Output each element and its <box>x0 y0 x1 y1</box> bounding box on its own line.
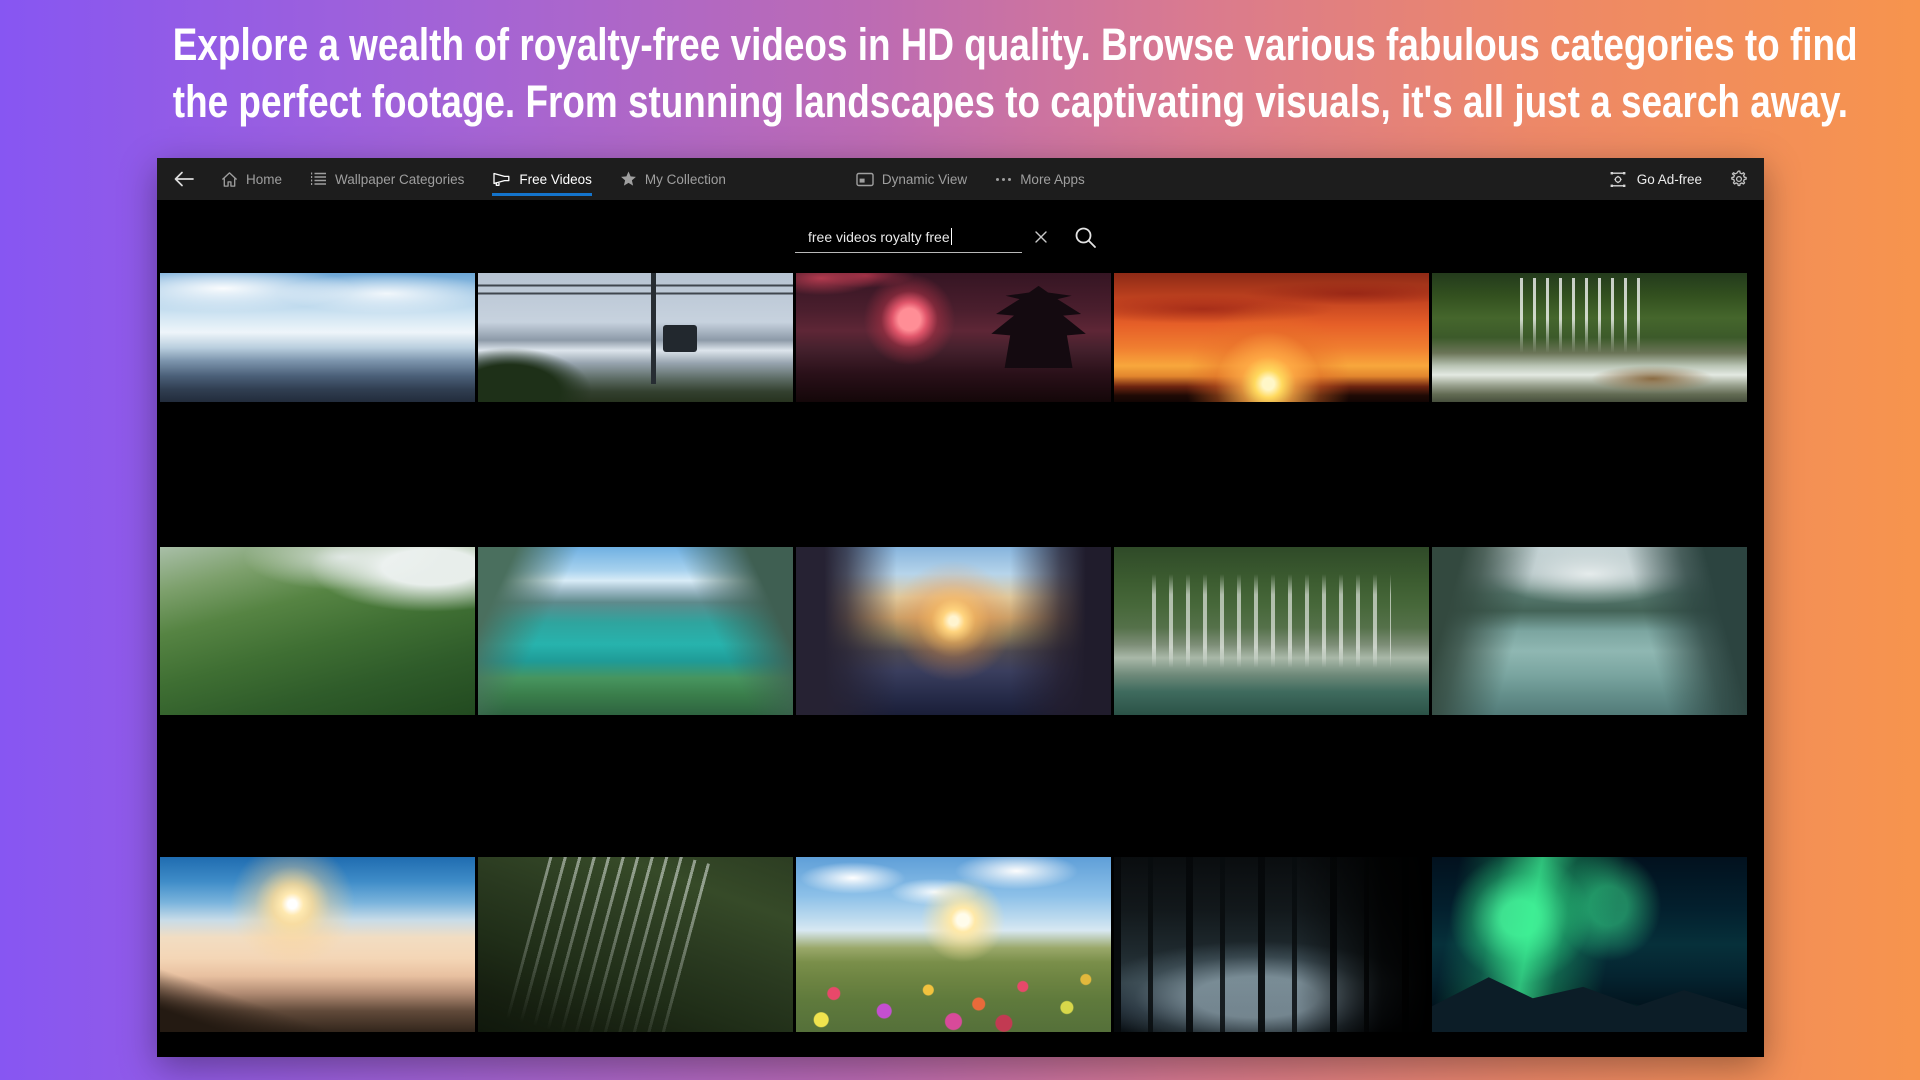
nav-item-free-videos[interactable]: Free Videos <box>492 158 592 200</box>
text-caret <box>951 228 953 245</box>
gear-icon <box>1730 170 1748 188</box>
go-ad-free-label: Go Ad-free <box>1637 172 1702 187</box>
search-bar: free videos royalty free <box>795 220 1097 254</box>
home-icon <box>221 171 238 188</box>
hero-line-1: Explore a wealth of royalty-free videos … <box>173 16 1747 73</box>
hero-line-2: the perfect footage. From stunning lands… <box>173 73 1747 130</box>
ad-free-icon <box>1609 171 1627 188</box>
nav-item-more-apps[interactable]: More Apps <box>995 158 1085 200</box>
search-icon <box>1074 226 1097 249</box>
close-icon <box>1034 230 1048 244</box>
nav-item-label: Free Videos <box>519 172 592 187</box>
clear-search-button[interactable] <box>1034 230 1048 244</box>
video-grid-row-1 <box>160 273 1747 402</box>
go-ad-free-button[interactable]: Go Ad-free <box>1609 158 1702 200</box>
category-list-icon <box>310 171 327 187</box>
star-icon <box>620 171 637 187</box>
megaphone-icon <box>492 172 511 187</box>
settings-button[interactable] <box>1730 170 1748 188</box>
video-grid-row-3 <box>160 857 1747 1032</box>
nav-item-label: My Collection <box>645 172 726 187</box>
nav-item-dynamic-view[interactable]: Dynamic View <box>856 158 967 200</box>
search-input[interactable]: free videos royalty free <box>795 221 1022 253</box>
video-thumbnail[interactable] <box>478 857 793 1032</box>
video-thumbnail[interactable] <box>796 857 1111 1032</box>
video-thumbnail[interactable] <box>160 273 475 402</box>
video-thumbnail[interactable] <box>796 273 1111 402</box>
video-thumbnail[interactable] <box>1432 547 1747 715</box>
search-query-text: free videos royalty free <box>808 229 950 245</box>
video-thumbnail[interactable] <box>1114 547 1429 715</box>
navbar: Home Wallpaper Categories Free Videos My… <box>157 158 1764 200</box>
video-thumbnail[interactable] <box>478 547 793 715</box>
video-thumbnail[interactable] <box>160 857 475 1032</box>
nav-item-label: Wallpaper Categories <box>335 172 464 187</box>
dynamic-view-icon <box>856 172 874 187</box>
ellipsis-icon <box>995 177 1012 182</box>
video-thumbnail[interactable] <box>1114 857 1429 1032</box>
back-arrow-icon <box>173 170 195 188</box>
nav-item-label: More Apps <box>1020 172 1085 187</box>
hero-heading: Explore a wealth of royalty-free videos … <box>173 16 1747 130</box>
video-thumbnail[interactable] <box>1432 857 1747 1032</box>
video-thumbnail[interactable] <box>478 273 793 402</box>
video-thumbnail[interactable] <box>160 547 475 715</box>
nav-item-home[interactable]: Home <box>221 158 282 200</box>
video-thumbnail[interactable] <box>1432 273 1747 402</box>
nav-item-wallpaper-categories[interactable]: Wallpaper Categories <box>310 158 464 200</box>
nav-item-my-collection[interactable]: My Collection <box>620 158 726 200</box>
app-window: Home Wallpaper Categories Free Videos My… <box>157 158 1764 1057</box>
nav-item-label: Home <box>246 172 282 187</box>
video-grid-row-2 <box>160 547 1747 715</box>
video-thumbnail[interactable] <box>796 547 1111 715</box>
search-submit-button[interactable] <box>1074 226 1097 249</box>
back-button[interactable] <box>173 170 195 188</box>
nav-item-label: Dynamic View <box>882 172 967 187</box>
video-thumbnail[interactable] <box>1114 273 1429 402</box>
